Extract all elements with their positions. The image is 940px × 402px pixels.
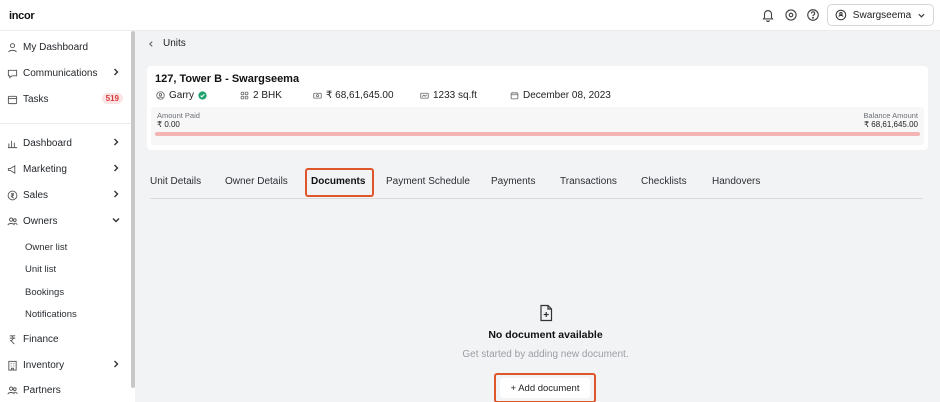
settings-icon[interactable] xyxy=(783,7,799,23)
tab-transactions[interactable]: Transactions xyxy=(560,176,617,187)
verified-check-icon xyxy=(198,91,207,100)
chat-icon xyxy=(7,68,18,79)
user-avatar-icon xyxy=(835,9,847,21)
balance-amount-value: ₹ 68,61,645.00 xyxy=(863,120,918,129)
unit-date: December 08, 2023 xyxy=(510,90,611,101)
sidebar: My Dashboard Communications Tasks 519 Da… xyxy=(0,31,131,402)
chevron-right-icon xyxy=(114,138,119,146)
empty-state-title: No document available xyxy=(488,329,603,341)
sidebar-item-communications[interactable]: Communications xyxy=(0,63,131,83)
balance-amount-label: Balance Amount xyxy=(863,111,918,120)
tab-checklists[interactable]: Checklists xyxy=(641,176,687,187)
unit-owner[interactable]: Garry xyxy=(156,90,207,101)
help-icon[interactable] xyxy=(805,7,821,23)
sidebar-item-tasks[interactable]: Tasks 519 xyxy=(0,89,131,109)
empty-state-subtitle: Get started by adding new document. xyxy=(462,349,629,360)
users-icon xyxy=(7,216,18,227)
sidebar-item-dashboard[interactable]: Dashboard xyxy=(0,133,131,153)
building-icon xyxy=(7,360,18,371)
app-logo[interactable]: incor xyxy=(9,10,35,22)
sidebar-item-my-dashboard[interactable]: My Dashboard xyxy=(0,37,131,57)
sidebar-subitem-notifications[interactable]: Notifications xyxy=(25,309,77,320)
tasks-count-badge: 519 xyxy=(101,93,123,104)
tab-unit-details[interactable]: Unit Details xyxy=(150,176,201,187)
payment-progress: Amount Paid ₹ 0.00 Balance Amount ₹ 68,6… xyxy=(151,107,924,145)
rupee-circle-icon xyxy=(7,190,18,201)
partners-icon xyxy=(7,385,18,396)
sidebar-item-sales[interactable]: Sales xyxy=(0,185,131,205)
amount-paid-value: ₹ 0.00 xyxy=(157,120,180,129)
active-tab-highlight xyxy=(305,168,374,197)
user-icon xyxy=(7,42,18,53)
user-icon xyxy=(156,91,165,100)
chevron-down-icon xyxy=(918,13,925,18)
banknote-icon xyxy=(313,92,322,99)
chevron-down-icon xyxy=(112,218,120,223)
payment-progress-bar xyxy=(155,132,920,136)
sidebar-divider xyxy=(0,123,131,124)
sidebar-subitem-bookings[interactable]: Bookings xyxy=(25,287,64,298)
unit-title: 127, Tower B - Swargseema xyxy=(155,73,300,85)
sidebar-item-owners[interactable]: Owners xyxy=(0,211,131,231)
chevron-right-icon xyxy=(114,190,119,198)
user-switcher[interactable]: Swargseema xyxy=(827,4,934,26)
top-bar: incor Swargseema xyxy=(0,0,940,31)
unit-price: ₹ 68,61,645.00 xyxy=(313,90,394,101)
add-document-button[interactable]: + Add document xyxy=(500,378,590,398)
breadcrumb: Units xyxy=(147,38,186,49)
unit-area: 1233 sq.ft xyxy=(420,90,477,101)
sidebar-item-finance[interactable]: Finance xyxy=(0,329,131,349)
user-name: Swargseema xyxy=(852,9,912,21)
amount-paid-label: Amount Paid xyxy=(157,111,200,120)
sidebar-item-partners[interactable]: Partners xyxy=(0,380,131,400)
tab-owner-details[interactable]: Owner Details xyxy=(225,176,288,187)
unit-summary-card: 127, Tower B - Swargseema Garry 2 BHK ₹ … xyxy=(147,66,928,150)
tab-payment-schedule[interactable]: Payment Schedule xyxy=(386,176,470,187)
sidebar-subitem-unit-list[interactable]: Unit list xyxy=(25,264,56,275)
bell-icon[interactable] xyxy=(760,7,776,23)
rupee-icon xyxy=(7,334,18,345)
megaphone-icon xyxy=(7,164,18,175)
document-add-icon xyxy=(540,304,553,322)
sidebar-item-inventory[interactable]: Inventory xyxy=(0,355,131,375)
calendar-icon xyxy=(510,92,519,100)
tab-payments[interactable]: Payments xyxy=(491,176,535,187)
chevron-right-icon xyxy=(114,360,119,368)
chevron-left-icon[interactable] xyxy=(147,40,155,48)
main-content: Units 127, Tower B - Swargseema Garry 2 … xyxy=(135,31,940,402)
sidebar-item-marketing[interactable]: Marketing xyxy=(0,159,131,179)
chevron-right-icon xyxy=(114,68,119,76)
unit-tabs: Unit Details Owner Details Documents Pay… xyxy=(150,171,923,199)
grid-icon xyxy=(240,91,249,100)
tab-handovers[interactable]: Handovers xyxy=(712,176,760,187)
area-icon xyxy=(420,92,429,99)
sidebar-subitem-owner-list[interactable]: Owner list xyxy=(25,242,67,253)
unit-type: 2 BHK xyxy=(240,90,282,101)
breadcrumb-units[interactable]: Units xyxy=(163,38,186,49)
bar-chart-icon xyxy=(7,138,18,149)
chevron-right-icon xyxy=(114,164,119,172)
calendar-icon xyxy=(7,94,18,105)
